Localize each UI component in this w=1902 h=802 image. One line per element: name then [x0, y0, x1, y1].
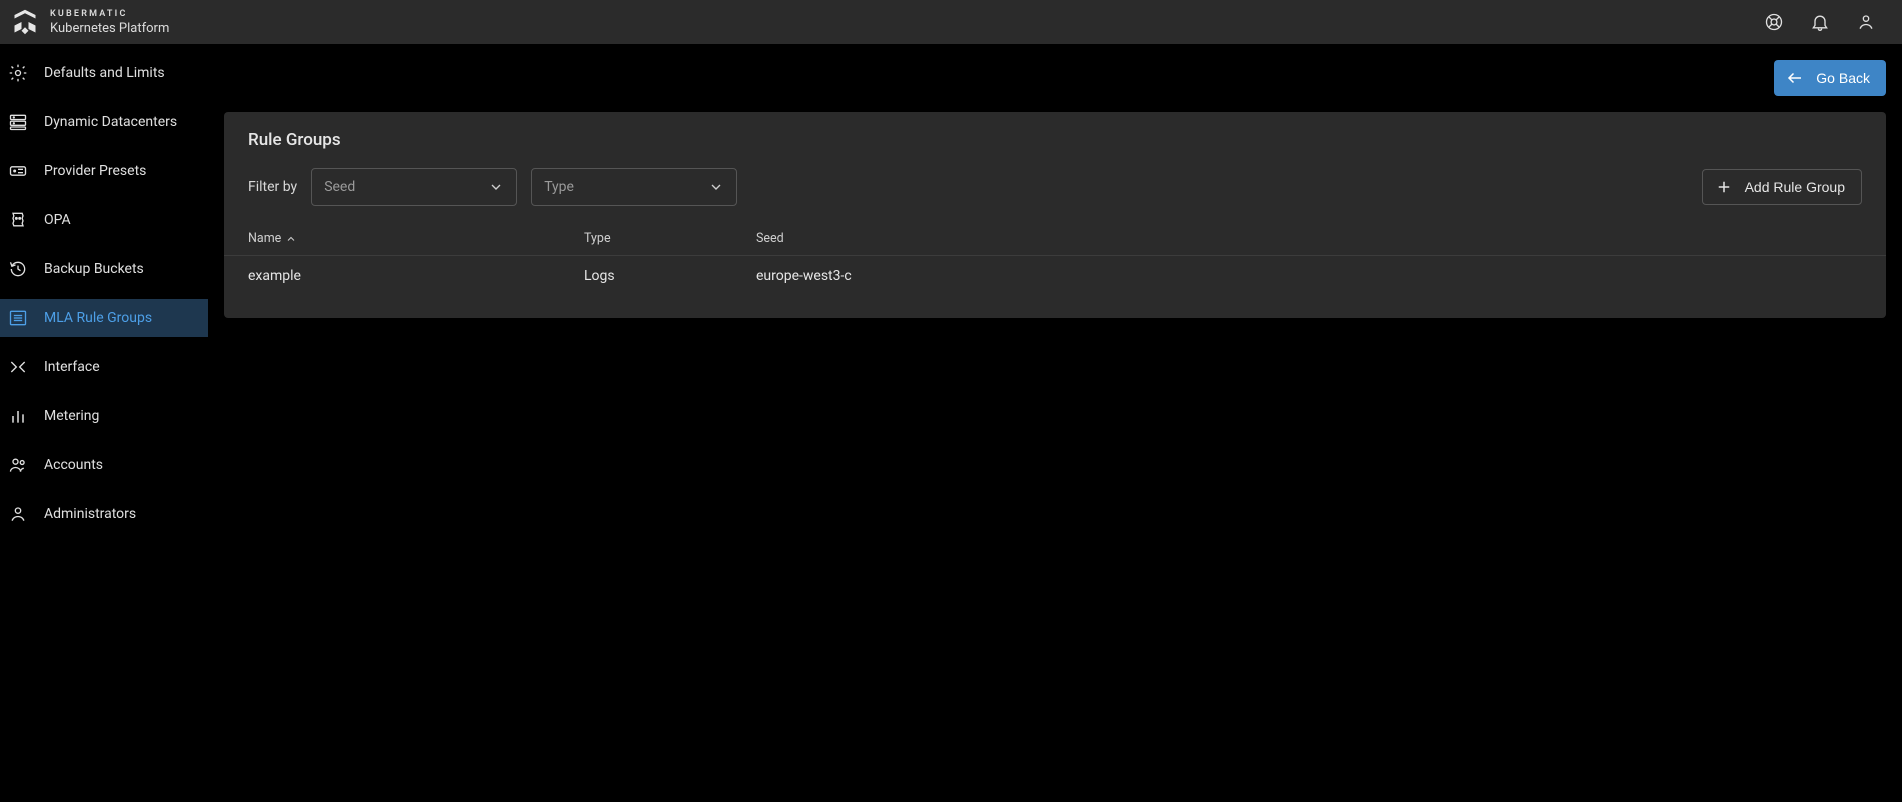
sidebar-item-label: Accounts	[44, 457, 103, 473]
sidebar-item-label: OPA	[44, 212, 71, 228]
sidebar-item-label: Defaults and Limits	[44, 65, 165, 81]
page-top-actions: Go Back	[224, 60, 1886, 96]
help-icon[interactable]	[1764, 12, 1784, 32]
sidebar-item-interface[interactable]: Interface	[0, 348, 208, 386]
main-content: Go Back Rule Groups Filter by Seed Type	[208, 44, 1902, 802]
brand: KUBERMATIC Kubernetes Platform	[8, 7, 169, 37]
chevron-down-icon	[488, 179, 504, 195]
add-rule-group-label: Add Rule Group	[1745, 179, 1845, 195]
table-header-row: Name Type Seed	[224, 222, 1886, 256]
column-header-seed[interactable]: Seed	[756, 231, 1862, 246]
sidebar-item-administrators[interactable]: Administrators	[0, 495, 208, 533]
sidebar-item-label: Backup Buckets	[44, 261, 144, 277]
sidebar-item-opa[interactable]: OPA	[0, 201, 208, 239]
go-back-button[interactable]: Go Back	[1774, 60, 1886, 96]
sort-asc-icon	[285, 233, 297, 245]
interface-icon	[8, 357, 28, 377]
cell-type: Logs	[584, 268, 756, 284]
brand-subtitle: Kubernetes Platform	[50, 22, 169, 35]
server-stack-icon	[8, 112, 28, 132]
card-title: Rule Groups	[248, 130, 1862, 150]
bar-chart-icon	[8, 406, 28, 426]
cell-name: example	[248, 268, 584, 284]
arrow-left-icon	[1786, 69, 1804, 87]
sidebar-item-label: MLA Rule Groups	[44, 310, 152, 326]
sidebar: Defaults and Limits Dynamic Datacenters …	[0, 44, 208, 802]
column-header-name-label: Name	[248, 231, 281, 246]
sidebar-item-metering[interactable]: Metering	[0, 397, 208, 435]
cell-seed: europe-west3-c	[756, 268, 1862, 284]
user-icon[interactable]	[1856, 12, 1876, 32]
brand-text: KUBERMATIC Kubernetes Platform	[50, 10, 169, 35]
users-icon	[8, 455, 28, 475]
tune-icon	[8, 63, 28, 83]
column-header-seed-label: Seed	[756, 231, 784, 246]
sidebar-item-defaults-and-limits[interactable]: Defaults and Limits	[0, 54, 208, 92]
header-actions	[1764, 12, 1894, 32]
sidebar-item-label: Interface	[44, 359, 100, 375]
filter-by-label: Filter by	[248, 179, 297, 195]
brand-name: KUBERMATIC	[50, 10, 169, 19]
sidebar-item-backup-buckets[interactable]: Backup Buckets	[0, 250, 208, 288]
add-rule-group-button[interactable]: Add Rule Group	[1702, 169, 1862, 205]
sidebar-item-mla-rule-groups[interactable]: MLA Rule Groups	[0, 299, 208, 337]
sidebar-item-dynamic-datacenters[interactable]: Dynamic Datacenters	[0, 103, 208, 141]
seed-filter-placeholder: Seed	[324, 179, 355, 195]
rule-groups-card: Rule Groups Filter by Seed Type Add Rule…	[224, 112, 1886, 318]
column-header-type-label: Type	[584, 231, 611, 246]
opa-icon	[8, 210, 28, 230]
list-box-icon	[8, 308, 28, 328]
filter-row: Filter by Seed Type Add Rule Group	[224, 168, 1886, 222]
table-row[interactable]: example Logs europe-west3-c	[224, 256, 1886, 296]
column-header-name[interactable]: Name	[248, 231, 584, 246]
sidebar-item-provider-presets[interactable]: Provider Presets	[0, 152, 208, 190]
type-filter-placeholder: Type	[544, 179, 574, 195]
preset-icon	[8, 161, 28, 181]
go-back-label: Go Back	[1816, 70, 1870, 86]
sidebar-item-label: Provider Presets	[44, 163, 146, 179]
bell-icon[interactable]	[1810, 12, 1830, 32]
sidebar-item-label: Dynamic Datacenters	[44, 114, 177, 130]
seed-filter-select[interactable]: Seed	[311, 168, 517, 206]
sidebar-item-label: Administrators	[44, 506, 136, 522]
kubermatic-logo-icon	[10, 7, 40, 37]
type-filter-select[interactable]: Type	[531, 168, 737, 206]
history-icon	[8, 259, 28, 279]
sidebar-item-accounts[interactable]: Accounts	[0, 446, 208, 484]
app-header: KUBERMATIC Kubernetes Platform	[0, 0, 1902, 44]
rule-groups-table: Name Type Seed example Logs eur	[224, 222, 1886, 318]
sidebar-item-label: Metering	[44, 408, 99, 424]
chevron-down-icon	[708, 179, 724, 195]
admin-icon	[8, 504, 28, 524]
plus-icon	[1715, 178, 1733, 196]
column-header-type[interactable]: Type	[584, 231, 756, 246]
